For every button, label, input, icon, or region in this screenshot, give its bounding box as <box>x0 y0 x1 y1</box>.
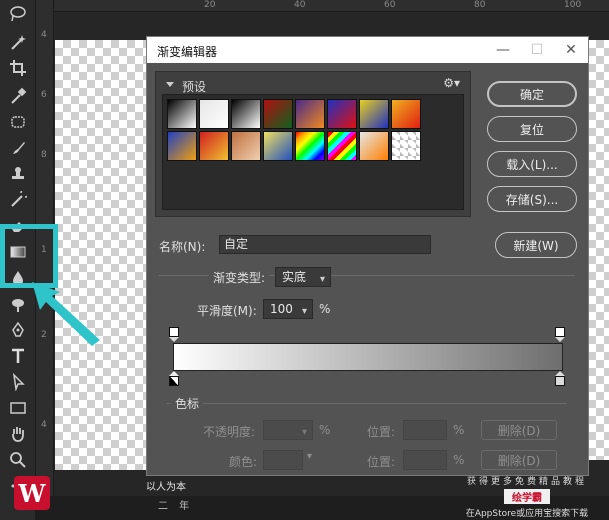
chevron-down-icon: ▾ <box>301 306 307 317</box>
pen-icon[interactable] <box>4 318 32 342</box>
ruler-number: 60 <box>384 0 396 10</box>
presets-panel: 预设 ⚙▾ <box>155 71 471 217</box>
delete-color-stop-button[interactable]: 删除(D) <box>481 450 557 470</box>
ruler-number: 4 <box>41 420 47 430</box>
ruler-number: 4 <box>41 30 47 40</box>
preset-swatch[interactable] <box>295 99 325 129</box>
name-input[interactable]: 自定 <box>219 235 431 254</box>
preset-swatch[interactable] <box>391 99 421 129</box>
watermark-brand: 绘学霸 <box>504 489 550 504</box>
transparent-canvas-right[interactable] <box>588 40 609 460</box>
dialog-titlebar[interactable]: 渐变编辑器 — ☐ ✕ <box>147 37 588 63</box>
chevron-down-icon: ▾ <box>319 274 325 285</box>
horizontal-ruler: 20 40 60 80 100 <box>54 0 609 12</box>
preset-swatch[interactable] <box>231 131 261 161</box>
dialog-title: 渐变编辑器 <box>157 45 218 59</box>
smoothness-label: 平滑度(M): <box>197 304 257 318</box>
rectangle-icon[interactable] <box>4 396 32 420</box>
opacity-location-unit: % <box>453 423 465 437</box>
opacity-location-input[interactable] <box>403 420 447 440</box>
watermark-logo: W <box>14 476 50 510</box>
gradient-tool-highlight <box>0 224 58 288</box>
crop-icon[interactable] <box>4 56 32 80</box>
ok-button[interactable]: 确定 <box>487 81 577 107</box>
gradient-editor-dialog: 渐变编辑器 — ☐ ✕ 预设 ⚙▾ 确定 复位 载入(L)... 存储(S)..… <box>146 36 589 476</box>
name-label: 名称(N): <box>159 240 206 254</box>
reset-button[interactable]: 复位 <box>487 116 577 142</box>
preset-swatches <box>162 94 464 210</box>
smoothness-unit: % <box>319 302 331 316</box>
minimize-icon[interactable]: — <box>486 37 520 63</box>
preset-swatch[interactable] <box>327 99 357 129</box>
color-stops-title: 色标 <box>171 395 204 412</box>
ruler-number: 40 <box>294 0 306 10</box>
color-location-unit: % <box>453 453 465 467</box>
dodge-icon[interactable] <box>4 292 32 316</box>
maximize-icon[interactable]: ☐ <box>520 37 554 63</box>
opacity-stop-right[interactable] <box>555 327 565 342</box>
collapse-toggle-icon[interactable] <box>166 82 174 87</box>
hand-icon[interactable] <box>4 422 32 446</box>
ruler-number: 8 <box>41 150 47 160</box>
new-button[interactable]: 新建(W) <box>495 232 577 258</box>
ruler-number: 80 <box>474 0 486 10</box>
ruler-number: 100 <box>564 0 582 10</box>
color-label: 颜色: <box>229 455 258 469</box>
watermark-left-text-2: 二 年 <box>158 501 194 512</box>
close-icon[interactable]: ✕ <box>554 37 588 63</box>
color-stop-right[interactable] <box>555 371 565 386</box>
load-button[interactable]: 载入(L)... <box>487 151 577 177</box>
opacity-select[interactable]: ▾ <box>263 420 313 440</box>
magic-wand-icon[interactable] <box>4 30 32 54</box>
stamp-icon[interactable] <box>4 162 32 186</box>
smoothness-value: 100 <box>270 302 293 316</box>
gradient-type-label: 渐变类型: <box>209 269 270 286</box>
presets-label: 预设 <box>182 80 207 94</box>
preset-swatch[interactable] <box>199 99 229 129</box>
preset-swatch[interactable] <box>167 99 197 129</box>
delete-opacity-stop-button[interactable]: 删除(D) <box>481 420 557 440</box>
opacity-unit: % <box>319 423 331 437</box>
chevron-down-icon: ▾ <box>301 427 307 438</box>
color-location-label: 位置: <box>367 455 396 469</box>
chevron-down-icon[interactable]: ▾ <box>307 451 312 462</box>
preset-swatch[interactable] <box>263 131 293 161</box>
ruler-number: 6 <box>41 90 47 100</box>
eyedropper-icon[interactable] <box>4 84 32 108</box>
preset-swatch[interactable] <box>199 131 229 161</box>
highlight-arrow-icon <box>32 282 100 346</box>
opacity-location-label: 位置: <box>367 425 396 439</box>
lasso-tool-icon[interactable] <box>4 2 32 26</box>
opacity-stop-left[interactable] <box>169 327 179 342</box>
preset-swatch[interactable] <box>263 99 293 129</box>
preset-swatch[interactable] <box>167 131 197 161</box>
color-swatch[interactable] <box>263 450 303 470</box>
opacity-label: 不透明度: <box>203 425 256 439</box>
color-location-input[interactable] <box>403 450 447 470</box>
type-icon[interactable] <box>4 344 32 368</box>
smoothness-select[interactable]: 100 ▾ <box>263 299 313 319</box>
preset-swatch[interactable] <box>359 131 389 161</box>
brush-icon[interactable] <box>4 136 32 160</box>
preset-swatch[interactable] <box>295 131 325 161</box>
gradient-type-value: 实底 <box>282 270 307 284</box>
preset-swatch[interactable] <box>231 99 261 129</box>
preset-swatch[interactable] <box>391 131 421 161</box>
zoom-icon[interactable] <box>4 448 32 472</box>
preset-swatch[interactable] <box>359 99 389 129</box>
gradient-type-select[interactable]: 实底 ▾ <box>275 267 331 287</box>
save-button[interactable]: 存储(S)... <box>487 186 577 212</box>
watermark-line: 在AppStore或应用宝搜索下载 <box>465 509 589 519</box>
transparent-canvas[interactable] <box>55 40 155 470</box>
watermark-left-text: 以人为本 <box>146 482 186 493</box>
history-brush-icon[interactable] <box>4 188 32 212</box>
path-selection-icon[interactable] <box>4 370 32 394</box>
color-stop-left[interactable] <box>169 371 179 386</box>
gear-icon[interactable]: ⚙▾ <box>443 76 460 90</box>
spot-healing-icon[interactable] <box>4 110 32 134</box>
preset-swatch[interactable] <box>327 131 357 161</box>
ruler-number: 20 <box>204 0 216 10</box>
gradient-preview-bar[interactable] <box>173 343 563 371</box>
watermark-right: 获得更多免费精品教程 绘学霸 在AppStore或应用宝搜索下载 <box>452 474 602 519</box>
